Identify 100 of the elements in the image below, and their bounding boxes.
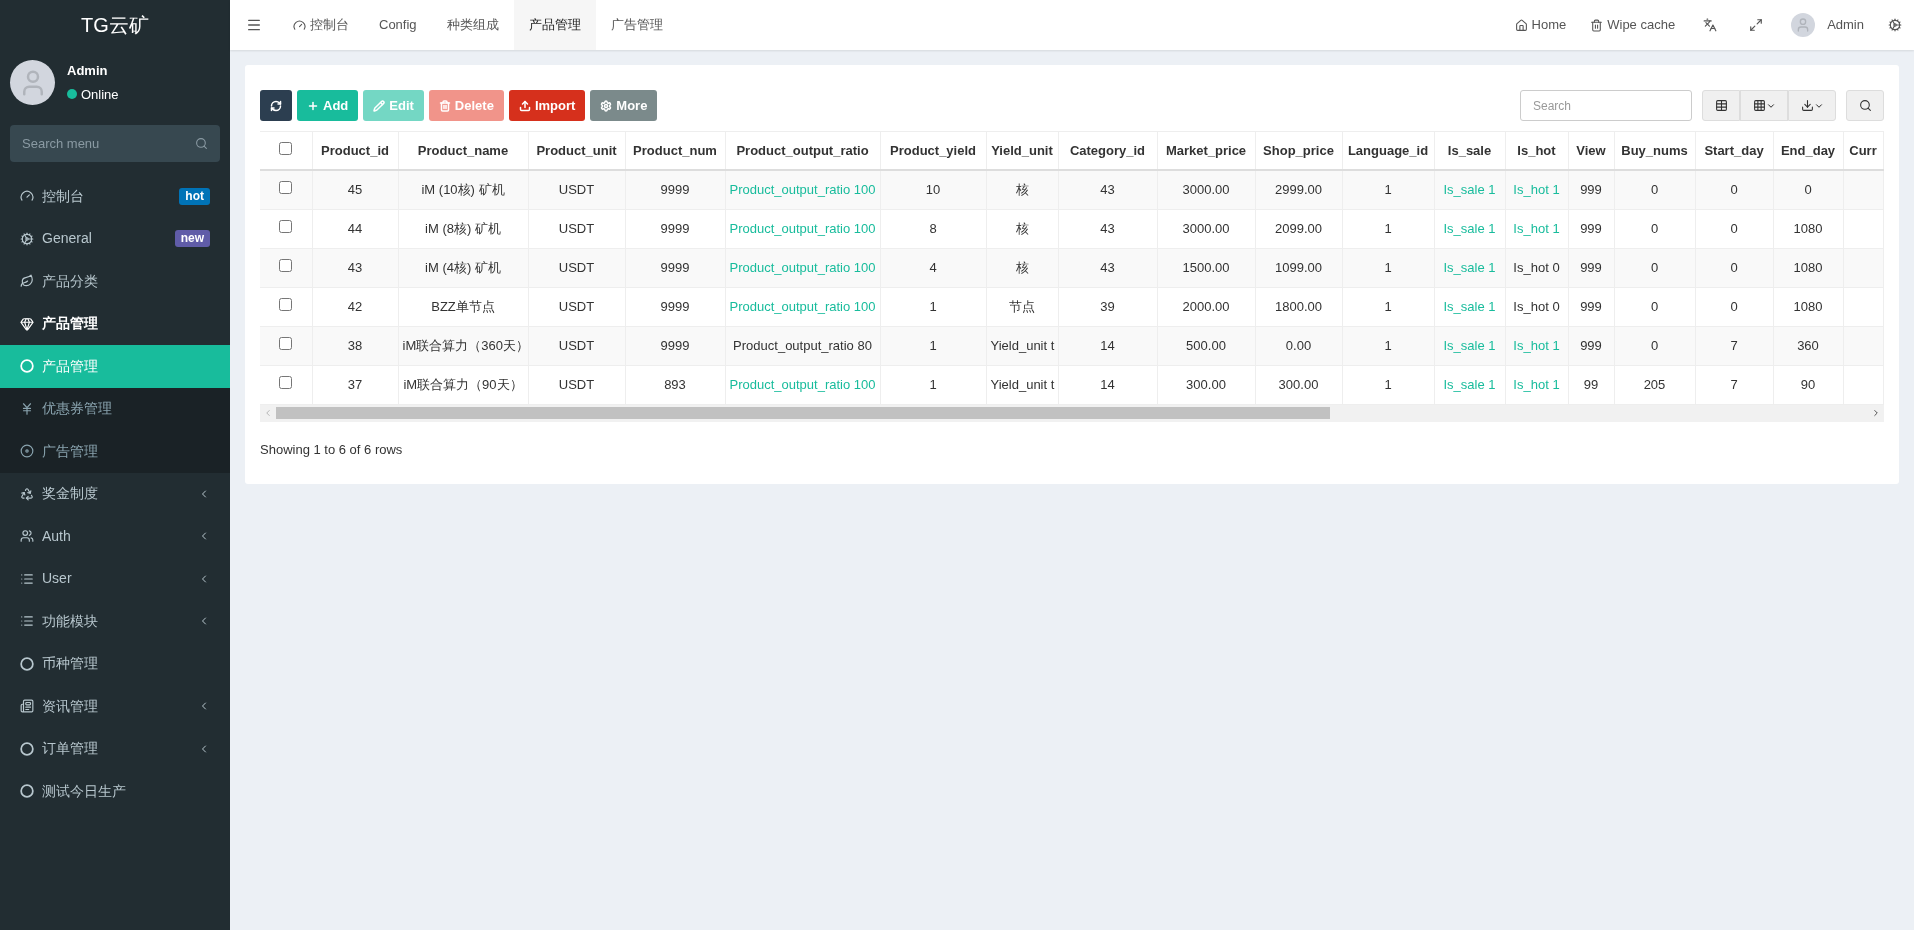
column-header[interactable]: Product_name	[398, 132, 528, 170]
sidebar-label: 奖金制度	[42, 484, 99, 504]
table-cell: 45	[347, 182, 363, 197]
sidebar-item[interactable]: 功能模块	[0, 600, 230, 643]
table-cell: 300.00	[1186, 376, 1226, 392]
table-cell: 0	[1730, 182, 1738, 197]
sidebar-label: Auth	[42, 526, 72, 546]
more-button[interactable]: More	[590, 90, 658, 121]
home-link[interactable]: Home	[1502, 15, 1579, 35]
table-cell: 999	[1580, 298, 1602, 314]
sidebar-item[interactable]: 产品管理	[0, 302, 230, 345]
column-header[interactable]: Category_id	[1058, 132, 1157, 170]
upload-icon	[518, 99, 531, 112]
sidebar-item[interactable]: 控制台 hot	[0, 175, 230, 218]
column-header[interactable]: End_day	[1773, 132, 1843, 170]
table-cell: 0	[1730, 220, 1738, 236]
fullscreen-icon[interactable]	[1749, 18, 1764, 32]
select-all-checkbox[interactable]	[279, 141, 293, 155]
gear-icon	[20, 231, 34, 246]
search-button[interactable]	[1846, 90, 1884, 121]
nav-tab[interactable]: Config	[364, 0, 432, 50]
refresh-button[interactable]	[260, 90, 292, 121]
search-menu-field[interactable]: Search menu	[10, 125, 220, 162]
menu-icon[interactable]	[246, 17, 262, 33]
gear-icon	[600, 99, 613, 112]
table-cell: USDT	[558, 298, 595, 314]
settings-icon[interactable]	[1888, 18, 1902, 32]
import-button[interactable]: Import	[508, 90, 586, 121]
column-header[interactable]: Product_num	[625, 132, 725, 170]
sidebar-item[interactable]: 资讯管理	[0, 685, 230, 728]
sidebar-item[interactable]: 广告管理	[0, 430, 230, 473]
nav-tab[interactable]: 种类组成	[431, 0, 514, 50]
language-icon[interactable]	[1703, 18, 1718, 32]
row-checkbox[interactable]	[279, 181, 293, 194]
columns-button[interactable]	[1740, 90, 1788, 121]
sidebar-item[interactable]: User	[0, 557, 230, 600]
sidebar-item[interactable]: 币种管理	[0, 642, 230, 685]
sidebar-item[interactable]: Auth	[0, 515, 230, 558]
sidebar-item[interactable]: 优惠券管理	[0, 387, 230, 430]
export-icon	[1800, 99, 1814, 112]
recycle-icon	[20, 486, 34, 501]
nav-tab[interactable]: 广告管理	[595, 0, 678, 50]
table-cell: 1	[1384, 259, 1392, 275]
user-status: Online	[81, 85, 119, 104]
scroll-left-icon	[263, 408, 273, 418]
column-header[interactable]: Language_id	[1342, 132, 1434, 170]
home-icon	[1514, 18, 1528, 32]
table-cell: 893	[664, 376, 686, 392]
nav-tab[interactable]: 产品管理	[513, 0, 596, 50]
column-header[interactable]: Is_sale	[1434, 132, 1505, 170]
column-header[interactable]: Product_id	[312, 132, 398, 170]
sidebar-label: 控制台	[42, 186, 85, 206]
column-header[interactable]: Market_price	[1157, 132, 1255, 170]
scrollbar-thumb[interactable]	[276, 407, 1330, 419]
table-cell: Is_hot 0	[1513, 298, 1560, 314]
nav-tab[interactable]: 控制台	[278, 0, 364, 50]
row-checkbox[interactable]	[279, 375, 293, 389]
table-cell: 节点	[1009, 298, 1035, 314]
table-cell: 1500.00	[1182, 259, 1230, 275]
column-header[interactable]: Buy_nums	[1614, 132, 1695, 170]
table-cell: 14	[1100, 337, 1115, 353]
row-checkbox[interactable]	[279, 336, 293, 350]
column-header[interactable]: Product_unit	[528, 132, 625, 170]
table-cell: 9999	[660, 259, 690, 275]
table-cell: USDT	[558, 337, 595, 353]
column-header[interactable]: Product_yield	[880, 132, 986, 170]
sidebar-item[interactable]: 订单管理	[0, 727, 230, 770]
column-header[interactable]: Curr	[1843, 132, 1883, 170]
sidebar-item[interactable]: 奖金制度	[0, 472, 230, 515]
search-icon[interactable]	[195, 137, 208, 150]
table-cell: USDT	[558, 259, 595, 275]
sidebar-label: 功能模块	[42, 611, 99, 631]
column-header[interactable]: Is_hot	[1505, 132, 1568, 170]
sidebar-item[interactable]: 测试今日生产	[0, 770, 230, 813]
sidebar-badge: new	[174, 230, 210, 248]
row-checkbox[interactable]	[279, 258, 293, 272]
column-header[interactable]: Product_output_ratio	[725, 132, 880, 170]
column-header[interactable]: Start_day	[1695, 132, 1773, 170]
toggle-view-button[interactable]	[1702, 90, 1740, 121]
table-cell: 4	[929, 259, 937, 275]
column-header[interactable]: View	[1568, 132, 1614, 170]
user-menu[interactable]: Admin	[1779, 13, 1876, 37]
sidebar-item[interactable]: General new	[0, 217, 230, 260]
table-cell: 300.00	[1278, 376, 1319, 392]
table-cell: 42	[347, 298, 363, 314]
table-cell: 核	[1015, 259, 1029, 275]
table-cell: 99	[1583, 376, 1599, 392]
table-cell: 1080	[1793, 220, 1823, 236]
export-button[interactable]	[1788, 90, 1836, 121]
search-field[interactable]: Search	[1520, 90, 1692, 121]
sidebar-label: General	[42, 229, 93, 249]
row-checkbox[interactable]	[279, 297, 293, 311]
table-cell: Yield_unit t	[990, 337, 1055, 353]
column-header[interactable]: Yield_unit	[986, 132, 1058, 170]
row-checkbox[interactable]	[279, 219, 293, 233]
table-cell: 2000.00	[1182, 298, 1230, 314]
column-header[interactable]: Shop_price	[1255, 132, 1342, 170]
sidebar-item[interactable]: 产品分类	[0, 260, 230, 303]
pagination-info: Showing 1 to 6 of 6 rows	[260, 440, 404, 459]
wipe-cache-link[interactable]: Wipe cache	[1578, 15, 1688, 35]
